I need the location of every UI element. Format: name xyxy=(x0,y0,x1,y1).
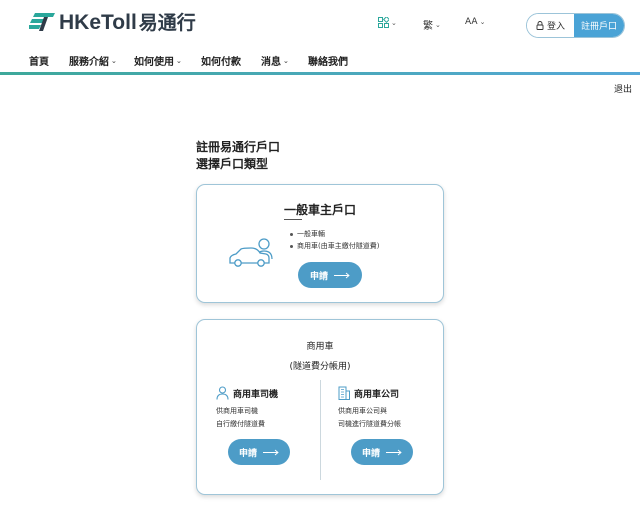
logo-wordmark: HKeToll 易通行 xyxy=(59,10,196,34)
nav-item-how-to-use[interactable]: 如何使用 ⌄ xyxy=(134,53,182,69)
top-bar: HKeToll 易通行 ⌄ 繁 ⌄ AA ⌄ 登入 註冊戶口 xyxy=(0,0,640,46)
nav-item-contact[interactable]: 聯絡我們 xyxy=(308,53,348,68)
arrow-right-icon xyxy=(334,272,350,278)
car-owner-icon xyxy=(229,238,273,267)
person-icon xyxy=(216,386,229,400)
logout-link[interactable]: 退出 xyxy=(614,82,632,95)
nav-item-services[interactable]: 服務介紹 ⌄ xyxy=(69,53,117,69)
page-title-line2: 選擇戶口類型 xyxy=(196,157,269,171)
account-features-list: 一般車輛 商用車(由車主繳付隧道費) xyxy=(289,228,380,252)
account-button-group: 登入 註冊戶口 xyxy=(526,13,625,38)
main-nav: 首頁 服務介紹 ⌄ 如何使用 ⌄ 如何付款 消息 ⌄ 聯絡我們 xyxy=(0,46,640,72)
language-label: 繁 xyxy=(423,21,433,32)
chevron-down-icon: ⌄ xyxy=(283,56,289,65)
nav-item-how-to-pay[interactable]: 如何付款 xyxy=(201,53,241,68)
company-option-description: 供商用車公司與 司機進行隧道費分帳 xyxy=(338,407,401,428)
nav-divider xyxy=(0,72,640,75)
font-size-selector[interactable]: AA ⌄ xyxy=(465,17,485,27)
apply-general-owner-button[interactable]: 申請 xyxy=(298,262,362,288)
driver-option-heading: 商用車司機 xyxy=(216,386,278,400)
arrow-right-icon xyxy=(386,449,402,455)
column-divider xyxy=(320,380,321,480)
login-button[interactable]: 登入 xyxy=(527,14,574,37)
building-icon xyxy=(338,386,350,400)
card-subtitle: (隧道費分帳用) xyxy=(289,362,351,372)
register-account-button[interactable]: 註冊戶口 xyxy=(574,14,624,37)
arrow-right-icon xyxy=(263,449,279,455)
hketoll-logo-mark-icon xyxy=(29,13,55,31)
page-title: 註冊易通行戶口 選擇戶口類型 xyxy=(196,139,280,173)
page-title-line1: 註冊易通行戶口 xyxy=(196,140,281,154)
list-item: 一般車輛 xyxy=(289,228,379,240)
chevron-down-icon: ⌄ xyxy=(111,56,117,65)
lock-icon xyxy=(536,21,544,30)
card-title: 商用車 xyxy=(306,342,334,352)
apply-commercial-company-button[interactable]: 申請 xyxy=(351,439,413,465)
chevron-down-icon: ⌄ xyxy=(391,18,397,27)
title-underline xyxy=(284,219,302,220)
company-option-heading: 商用車公司 xyxy=(338,386,399,400)
apps-menu-button[interactable]: ⌄ xyxy=(378,17,397,28)
list-item: 商用車(由車主繳付隧道費) xyxy=(289,242,380,250)
chevron-down-icon: ⌄ xyxy=(479,18,486,26)
grid-icon xyxy=(378,17,389,28)
commercial-vehicle-account-card: 商用車 (隧道費分帳用) 商用車司機 供商用車司機 自行繳付隧道費 申請 商用車… xyxy=(196,319,444,495)
nav-item-news[interactable]: 消息 ⌄ xyxy=(261,53,289,69)
chevron-down-icon: ⌄ xyxy=(435,20,441,29)
card-title: 一般車主戶口 xyxy=(284,203,357,217)
apply-commercial-driver-button[interactable]: 申請 xyxy=(228,439,290,465)
general-owner-account-card: 一般車主戶口 一般車輛 商用車(由車主繳付隧道費) 申請 xyxy=(196,184,444,303)
hketoll-logo[interactable]: HKeToll 易通行 xyxy=(29,9,196,34)
nav-item-home[interactable]: 首頁 xyxy=(29,53,49,68)
login-label: 登入 xyxy=(546,22,565,32)
language-selector[interactable]: 繁 ⌄ xyxy=(423,17,441,33)
driver-option-description: 供商用車司機 自行繳付隧道費 xyxy=(216,407,265,428)
chevron-down-icon: ⌄ xyxy=(176,56,182,65)
font-size-label: AA xyxy=(465,17,478,27)
